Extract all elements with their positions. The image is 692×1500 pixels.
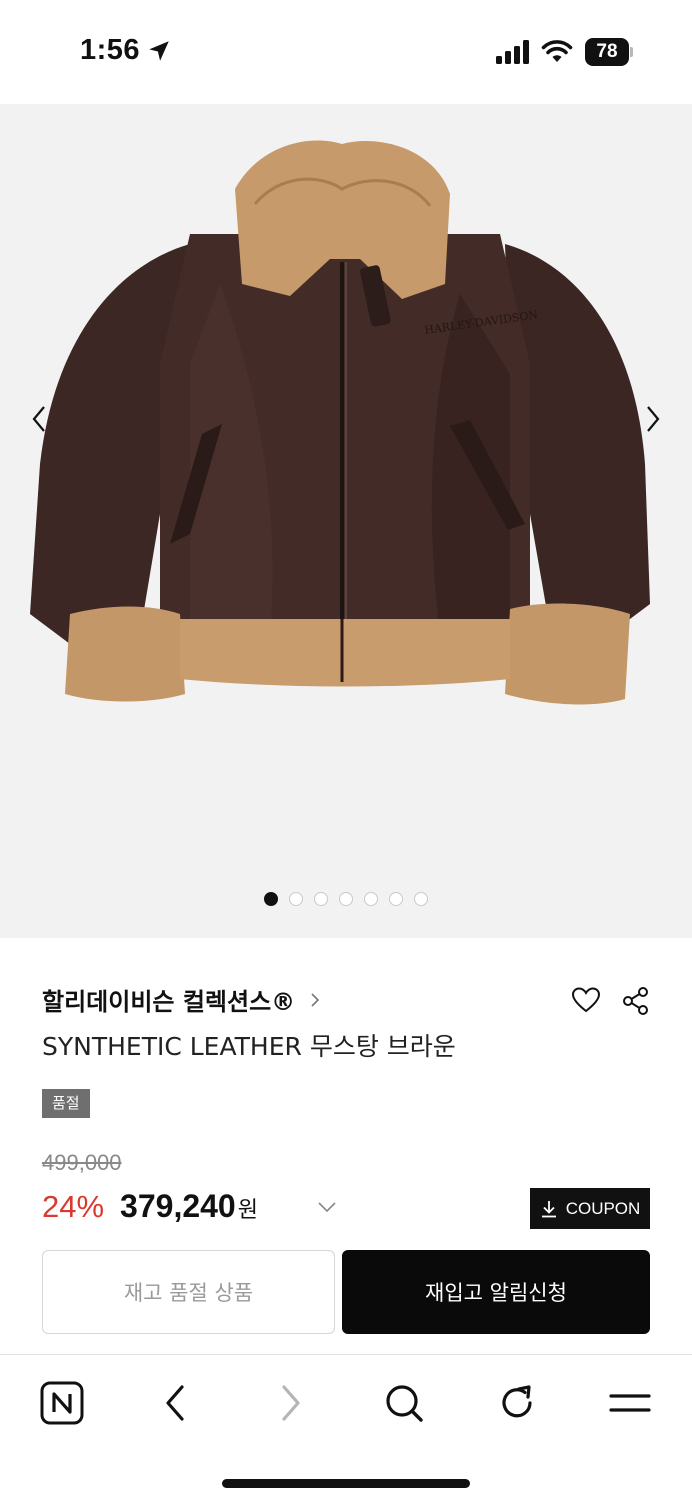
download-icon <box>541 1200 556 1217</box>
chevron-right-icon <box>311 992 320 1007</box>
product-name: SYNTHETIC LEATHER 무스탕 브라운 <box>42 1032 456 1061</box>
forward-icon[interactable] <box>268 1381 312 1425</box>
product-photo: HARLEY-DAVIDSON <box>30 140 650 705</box>
product-image-gallery[interactable]: HARLEY-DAVIDSON <box>0 104 692 938</box>
discount-rate: 24% <box>42 1189 105 1224</box>
slide-dot[interactable] <box>264 892 278 906</box>
menu-icon[interactable] <box>608 1381 652 1425</box>
status-bar: 1:56 78 <box>0 0 692 104</box>
chevron-down-icon[interactable] <box>316 1200 338 1214</box>
location-arrow-icon <box>149 41 169 61</box>
sale-price: 379,240 <box>120 1188 236 1224</box>
status-time: 1:56 <box>80 34 141 66</box>
soldout-badge: 품절 <box>42 1089 90 1118</box>
slide-dot[interactable] <box>389 892 403 906</box>
refresh-icon[interactable] <box>495 1381 539 1425</box>
heart-icon[interactable] <box>571 986 601 1014</box>
naver-home-icon[interactable] <box>40 1381 84 1425</box>
slide-dot[interactable] <box>314 892 328 906</box>
home-indicator <box>222 1479 470 1488</box>
price-row: 24% 379,240 원 <box>42 1188 258 1228</box>
currency-unit: 원 <box>237 1198 258 1223</box>
search-icon[interactable] <box>382 1381 426 1425</box>
coupon-label: COUPON <box>565 1198 641 1218</box>
slide-dot[interactable] <box>289 892 303 906</box>
wifi-icon <box>541 40 573 62</box>
slide-indicator <box>264 892 428 908</box>
slide-dot[interactable] <box>364 892 378 906</box>
battery-level: 78 <box>596 41 618 62</box>
slide-dot[interactable] <box>339 892 353 906</box>
signal-icon <box>496 40 529 64</box>
brand-link[interactable]: 할리데이비슨 컬렉션스® <box>42 982 321 1017</box>
back-icon[interactable] <box>154 1381 198 1425</box>
browser-toolbar <box>0 1354 692 1500</box>
share-icon[interactable] <box>622 986 650 1016</box>
battery-icon: 78 <box>585 38 633 66</box>
slide-dot[interactable] <box>414 892 428 906</box>
coupon-download-button[interactable]: COUPON <box>530 1188 650 1229</box>
original-price: 499,000 <box>42 1150 122 1175</box>
brand-name[interactable]: 할리데이비슨 컬렉션스® <box>42 982 295 1017</box>
soldout-button[interactable]: 재고 품절 상품 <box>42 1250 335 1334</box>
restock-alert-button[interactable]: 재입고 알림신청 <box>342 1250 650 1334</box>
